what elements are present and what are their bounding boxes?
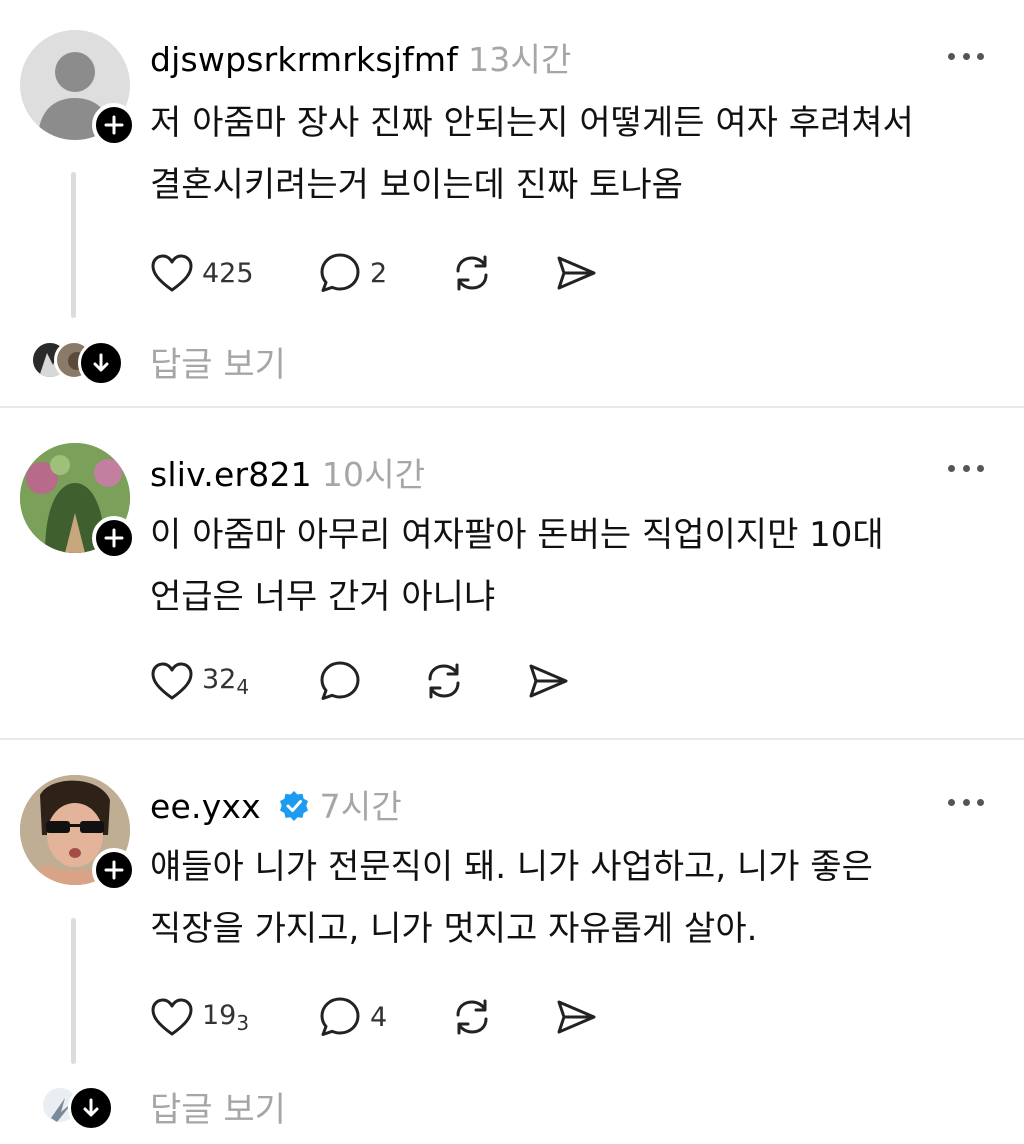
post-time: 13시간 <box>468 40 572 79</box>
share-button[interactable] <box>526 656 570 706</box>
follow-button[interactable] <box>92 516 136 560</box>
post-time: 7시간 <box>319 787 402 826</box>
like-button[interactable]: 193 <box>150 992 249 1042</box>
reply-avatars[interactable] <box>40 1085 140 1131</box>
like-button[interactable]: 425 <box>150 248 254 298</box>
comment-bubble-icon <box>320 997 360 1036</box>
more-options-button[interactable] <box>948 50 984 62</box>
like-count: 425 <box>202 257 254 289</box>
username[interactable]: sliv.er821 <box>150 455 312 494</box>
heart-icon <box>151 998 193 1036</box>
comment-button[interactable]: 2 <box>318 248 387 298</box>
repost-button[interactable] <box>450 248 494 298</box>
post-header: ee.yxx 7시간 <box>150 780 402 828</box>
comment-count: 2 <box>370 257 388 289</box>
comment-button[interactable]: 4 <box>318 992 387 1042</box>
repost-button[interactable] <box>450 992 494 1042</box>
repost-icon <box>428 663 460 699</box>
more-dots-icon <box>948 464 955 472</box>
share-button[interactable] <box>554 248 598 298</box>
action-bar: 425 2 <box>150 248 610 298</box>
arrow-down-icon <box>83 1098 99 1117</box>
send-icon <box>557 256 596 290</box>
more-options-button[interactable] <box>948 796 984 808</box>
share-button[interactable] <box>554 992 598 1042</box>
send-icon <box>529 664 568 698</box>
username[interactable]: djswpsrkrmrksjfmf <box>150 40 458 79</box>
thread-line <box>71 172 76 318</box>
more-options-button[interactable] <box>948 462 984 474</box>
post-item: djswpsrkrmrksjfmf 13시간 저 아줌마 장사 진짜 안되는지 어… <box>0 0 1024 405</box>
arrow-down-icon <box>93 353 109 372</box>
repost-icon <box>456 999 488 1035</box>
post-header: djswpsrkrmrksjfmf 13시간 <box>150 33 572 81</box>
username[interactable]: ee.yxx <box>150 787 261 826</box>
post-text: 얘들아 니가 전문직이 돼. 니가 사업하고, 니가 좋은 직장을 가지고, 니… <box>150 847 873 949</box>
post-item: sliv.er821 10시간 이 아줌마 아무리 여자팔아 돈버는 직업이지만 … <box>0 408 1024 738</box>
action-bar: 324 <box>150 656 610 706</box>
repost-icon <box>456 255 488 291</box>
view-replies-link[interactable]: 답글 보기 <box>150 337 286 386</box>
plus-icon <box>104 860 124 880</box>
thread-line <box>71 918 76 1064</box>
comment-count: 4 <box>370 1001 388 1033</box>
post-header: sliv.er821 10시간 <box>150 448 425 496</box>
repost-button[interactable] <box>422 656 466 706</box>
like-count: 193 <box>202 999 250 1035</box>
heart-icon <box>151 254 193 292</box>
view-replies-link[interactable]: 답글 보기 <box>150 1082 286 1131</box>
post-item: ee.yxx 7시간 얘들아 니가 전문직이 돼. 니가 사업하고, 니가 좋은… <box>0 740 1024 1144</box>
expand-replies-button[interactable] <box>78 340 124 386</box>
like-count: 324 <box>202 663 250 699</box>
action-bar: 193 4 <box>150 992 610 1042</box>
follow-button[interactable] <box>92 848 136 892</box>
plus-icon <box>104 528 124 548</box>
reply-avatars[interactable] <box>30 340 130 386</box>
plus-icon <box>104 115 124 135</box>
comment-bubble-icon <box>320 253 360 292</box>
comment-bubble-icon <box>320 661 360 700</box>
like-button[interactable]: 324 <box>150 656 249 706</box>
more-dots-icon <box>948 52 955 60</box>
expand-replies-button[interactable] <box>68 1085 114 1131</box>
comment-button[interactable] <box>318 656 362 706</box>
verified-badge-icon <box>279 791 308 821</box>
send-icon <box>557 1000 596 1034</box>
more-dots-icon <box>948 798 955 806</box>
post-time: 10시간 <box>321 455 426 494</box>
follow-button[interactable] <box>92 103 136 147</box>
heart-icon <box>151 662 193 700</box>
post-text: 저 아줌마 장사 진짜 안되는지 어떻게든 여자 후려쳐서 결혼시키려는거 보이… <box>150 103 914 205</box>
post-text: 이 아줌마 아무리 여자팔아 돈버는 직업이지만 10대 언급은 너무 간거 아… <box>150 515 884 617</box>
